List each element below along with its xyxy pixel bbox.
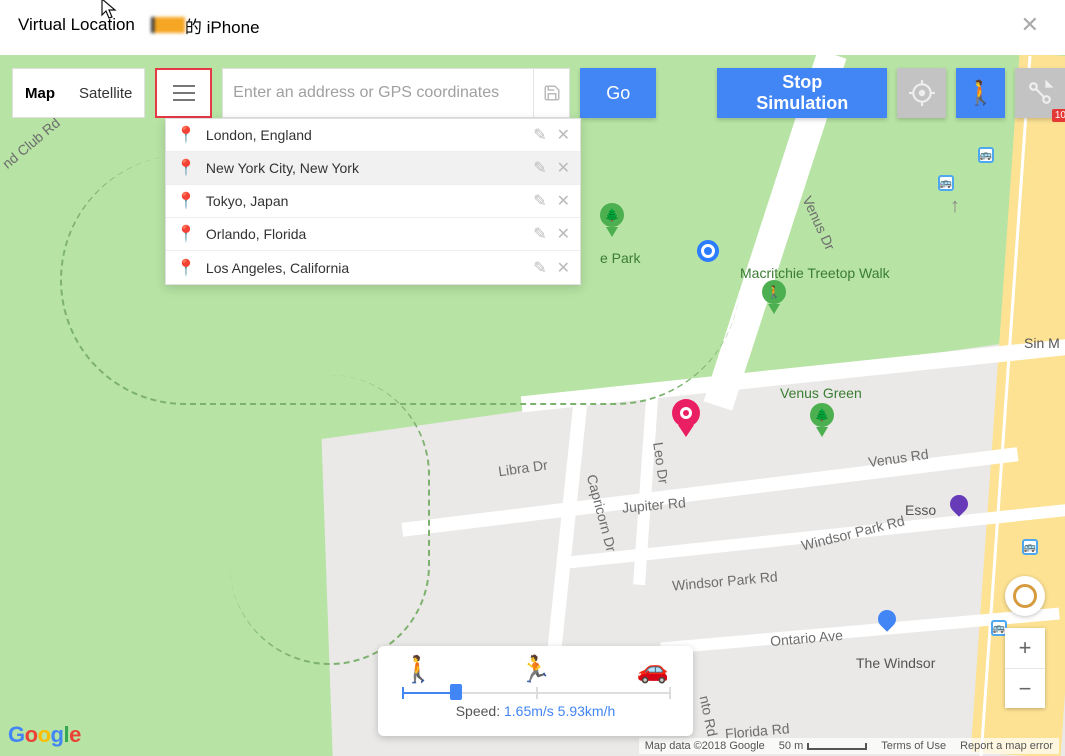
pin-icon: 📍 [176, 125, 196, 145]
cursor-icon [100, 0, 118, 25]
bus-stop-icon: 🚌 [1022, 539, 1038, 555]
history-item-label: New York City, New York [206, 160, 523, 176]
walk-icon[interactable]: 🚶 [402, 654, 434, 685]
zoom-control: + − [1005, 628, 1045, 708]
current-location-icon [697, 240, 719, 262]
gas-station-icon [950, 495, 970, 521]
device-name: 的 iPhone [185, 13, 260, 38]
map-attribution: Map data ©2018 Google 50 m Terms of Use … [639, 738, 1059, 754]
layers-button[interactable] [1005, 576, 1045, 616]
history-item[interactable]: 📍 Orlando, Florida ✎ ✕ [166, 218, 580, 251]
pin-icon: 📍 [176, 224, 196, 244]
history-item[interactable]: 📍 New York City, New York ✎ ✕ [166, 152, 580, 185]
save-icon [543, 84, 561, 102]
speed-value: 1.65m/s 5.93km/h [504, 703, 615, 719]
poi-label: The Windsor [856, 655, 935, 671]
pin-icon: 📍 [176, 158, 196, 178]
edit-icon[interactable]: ✎ [533, 258, 546, 278]
drive-icon[interactable]: 🚗 [637, 654, 669, 685]
park-pin-icon: 🌲 [600, 203, 624, 237]
search-input[interactable] [223, 84, 533, 102]
go-button[interactable]: Go [580, 68, 656, 118]
poi-pin-icon [878, 610, 898, 636]
bus-stop-icon: 🚌 [978, 147, 994, 163]
scale-text: 50 m [779, 740, 867, 752]
hamburger-icon [173, 85, 195, 101]
target-pin-icon [672, 399, 700, 439]
history-item[interactable]: 📍 Tokyo, Japan ✎ ✕ [166, 185, 580, 218]
poi-label: Esso [905, 502, 936, 518]
crosshair-icon [909, 80, 935, 106]
map-type-satellite[interactable]: Satellite [67, 69, 144, 117]
zoom-in-button[interactable]: + [1005, 628, 1045, 668]
search-group [222, 68, 570, 118]
edit-icon[interactable]: ✎ [533, 191, 546, 211]
speed-panel: 🚶 🏃 🚗 Speed: 1.65m/s 5.93km/h [378, 646, 693, 736]
route-count-badge: 10 [1052, 109, 1065, 122]
park-pin-icon: 🌲 [810, 403, 834, 437]
history-item[interactable]: 📍 Los Angeles, California ✎ ✕ [166, 251, 580, 284]
history-menu-button[interactable] [155, 68, 212, 118]
delete-icon[interactable]: ✕ [557, 191, 570, 211]
stop-simulation-button[interactable]: Stop Simulation [717, 68, 887, 118]
history-item-label: Tokyo, Japan [206, 193, 523, 209]
toolbar: Map Satellite Go Stop Simulation 🚶 10 [12, 68, 1065, 118]
device-icon [151, 17, 185, 33]
save-location-button[interactable] [533, 69, 569, 117]
walk-mode-button[interactable]: 🚶 [956, 68, 1005, 118]
terms-link[interactable]: Terms of Use [881, 740, 946, 752]
pin-icon: 📍 [176, 191, 196, 211]
google-logo: Google [8, 722, 81, 748]
delete-icon[interactable]: ✕ [557, 224, 570, 244]
poi-label: Macritchie Treetop Walk [740, 265, 890, 281]
edit-icon[interactable]: ✎ [533, 158, 546, 178]
north-arrow-icon: ↑ [950, 195, 960, 218]
run-icon[interactable]: 🏃 [519, 654, 551, 685]
edit-icon[interactable]: ✎ [533, 224, 546, 244]
history-item-label: Los Angeles, California [206, 260, 523, 276]
delete-icon[interactable]: ✕ [557, 158, 570, 178]
title-bar: Virtual Location 的 iPhone ✕ [0, 0, 1065, 50]
center-location-button[interactable] [897, 68, 946, 118]
edit-icon[interactable]: ✎ [533, 125, 546, 145]
delete-icon[interactable]: ✕ [557, 258, 570, 278]
map-data-text: Map data ©2018 Google [645, 740, 765, 752]
delete-icon[interactable]: ✕ [557, 125, 570, 145]
history-dropdown: 📍 London, England ✎ ✕ 📍 New York City, N… [165, 118, 581, 285]
history-item-label: Orlando, Florida [206, 226, 523, 242]
poi-label: Sin M [1024, 335, 1060, 351]
history-item[interactable]: 📍 London, England ✎ ✕ [166, 119, 580, 152]
close-icon[interactable]: ✕ [1021, 12, 1039, 38]
history-item-label: London, England [206, 127, 523, 143]
route-icon [1027, 80, 1053, 106]
zoom-out-button[interactable]: − [1005, 668, 1045, 708]
bus-stop-icon: 🚌 [938, 175, 954, 191]
map-type-map[interactable]: Map [13, 69, 67, 117]
map-type-toggle: Map Satellite [12, 68, 145, 118]
report-error-link[interactable]: Report a map error [960, 740, 1053, 752]
poi-label: Venus Green [780, 385, 862, 401]
poi-label: e Park [600, 250, 640, 266]
speed-slider-handle[interactable] [450, 684, 462, 700]
speed-label: Speed: [456, 703, 500, 719]
park-pin-icon: 🚶 [762, 280, 786, 314]
pin-icon: 📍 [176, 258, 196, 278]
walk-icon: 🚶 [966, 79, 996, 108]
speed-slider[interactable] [402, 689, 669, 697]
